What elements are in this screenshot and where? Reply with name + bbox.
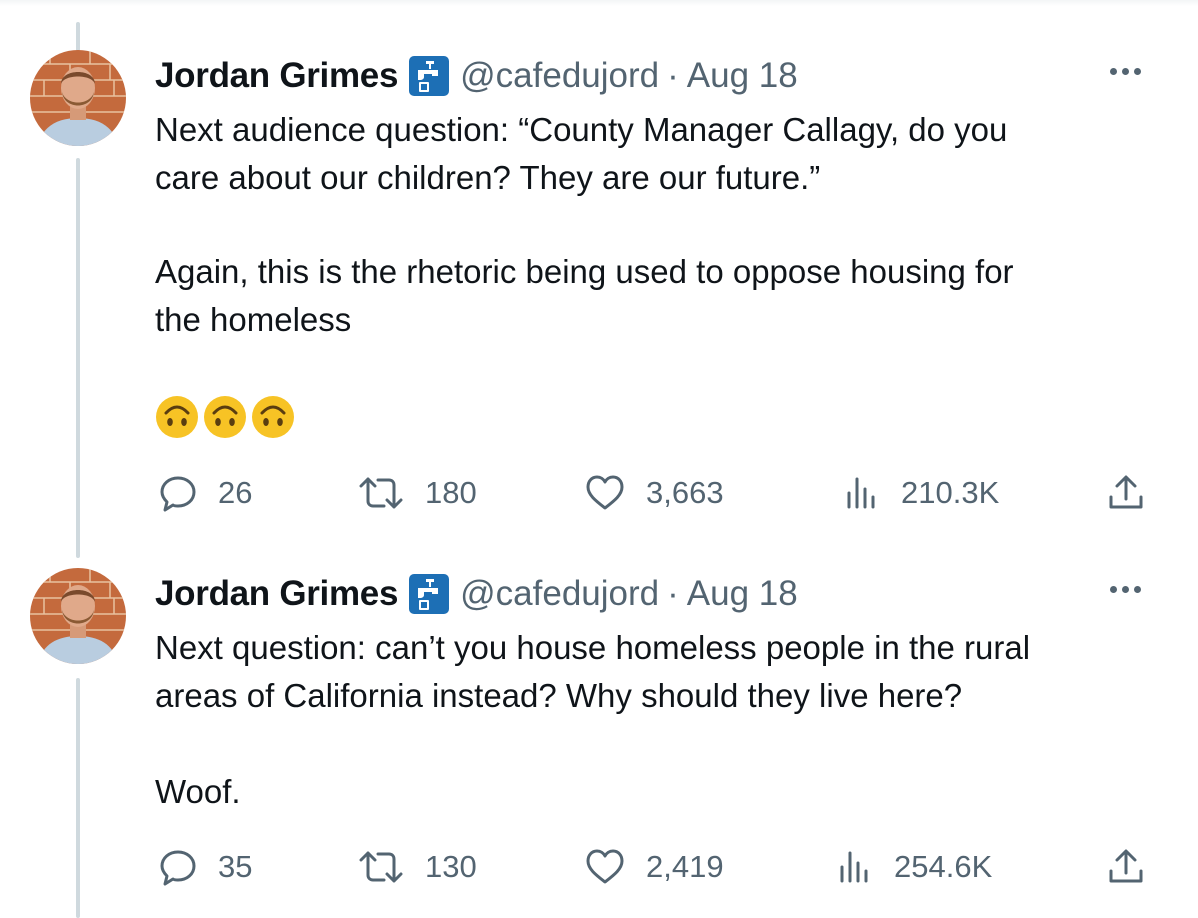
tweet-text: Next question: can’t you house homeless … [155, 624, 1155, 720]
tweet-date[interactable]: Aug 18 [687, 54, 798, 98]
tweet-text-line: the homeless [155, 301, 352, 338]
like-button[interactable]: 2,419 [584, 845, 724, 889]
separator-dot: · [667, 56, 679, 95]
avatar[interactable] [30, 50, 126, 146]
heart-icon [584, 847, 646, 887]
more-options-icon[interactable] [1110, 586, 1141, 593]
retweet-button[interactable]: 130 [357, 845, 477, 889]
reply-button[interactable]: 35 [158, 845, 252, 889]
tweet-header: Jordan Grimes @cafedujord · Aug 18 [155, 54, 798, 98]
tweet-actions: 35 130 2,419 254.6K [0, 845, 1198, 889]
retweet-icon [357, 473, 425, 513]
share-icon [1106, 473, 1166, 513]
author-name[interactable]: Jordan Grimes [155, 572, 398, 616]
tweet-date[interactable]: Aug 18 [687, 572, 798, 616]
reply-icon [158, 847, 218, 887]
more-options-icon[interactable] [1110, 68, 1141, 75]
tweet-text: Next audience question: “County Manager … [155, 106, 1155, 202]
water-tap-icon [408, 573, 450, 615]
reply-icon [158, 473, 218, 513]
reply-count: 35 [218, 849, 253, 884]
like-count: 2,419 [646, 849, 724, 884]
upside-down-face-icon [203, 395, 247, 439]
views-button[interactable]: 254.6K [834, 845, 992, 889]
reply-count: 26 [218, 475, 253, 510]
author-handle[interactable]: @cafedujord [460, 54, 659, 98]
views-count: 254.6K [894, 849, 993, 884]
water-tap-icon [408, 55, 450, 97]
share-button[interactable] [1106, 845, 1166, 889]
like-button[interactable]: 3,663 [584, 471, 724, 515]
analytics-icon [841, 473, 901, 513]
avatar[interactable] [30, 568, 126, 664]
thread-connector-line [76, 22, 80, 52]
author-handle[interactable]: @cafedujord [460, 572, 659, 616]
upside-down-face-icon [155, 395, 199, 439]
retweet-button[interactable]: 180 [357, 471, 477, 515]
reply-button[interactable]: 26 [158, 471, 252, 515]
tweet-text: Again, this is the rhetoric being used t… [155, 248, 1155, 344]
separator-dot: · [667, 574, 679, 613]
share-button[interactable] [1106, 471, 1166, 515]
tweet-text-line: Next question: can’t you house homeless … [155, 629, 1031, 666]
previous-tweet-edge [0, 0, 1198, 6]
like-count: 3,663 [646, 475, 724, 510]
analytics-icon [834, 847, 894, 887]
retweet-icon [357, 847, 425, 887]
tweet-text-line: Woof. [155, 773, 241, 810]
views-count: 210.3K [901, 475, 1000, 510]
tweet-text: Woof. [155, 768, 1155, 816]
tweet-text-line: care about our children? They are our fu… [155, 159, 821, 196]
heart-icon [584, 473, 646, 513]
author-name[interactable]: Jordan Grimes [155, 54, 398, 98]
thread-view: Jordan Grimes @cafedujord · Aug 18 Next … [0, 0, 1198, 918]
tweet-text-line: areas of California instead? Why should … [155, 677, 963, 714]
emoji-row [155, 395, 295, 439]
tweet-header: Jordan Grimes @cafedujord · Aug 18 [155, 572, 798, 616]
upside-down-face-icon [251, 395, 295, 439]
retweet-count: 130 [425, 849, 477, 884]
share-icon [1106, 847, 1166, 887]
tweet-actions: 26 180 3,663 210.3K [0, 471, 1198, 515]
retweet-count: 180 [425, 475, 477, 510]
views-button[interactable]: 210.3K [841, 471, 999, 515]
tweet-text-line: Next audience question: “County Manager … [155, 111, 1008, 148]
tweet-text-line: Again, this is the rhetoric being used t… [155, 253, 1014, 290]
